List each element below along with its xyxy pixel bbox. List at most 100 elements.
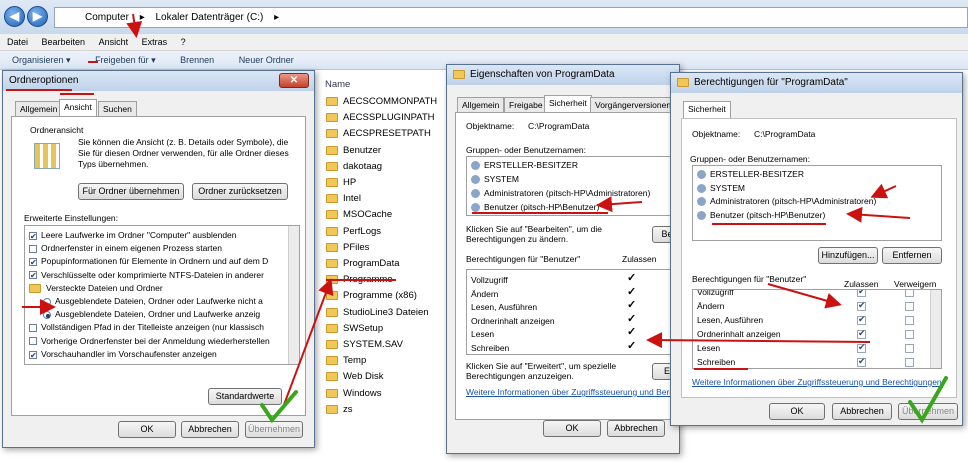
checkbox-icon[interactable]	[29, 349, 37, 362]
setting-row[interactable]: Ausgeblendete Dateien, Ordner und Laufwe…	[29, 308, 260, 321]
setting-row[interactable]: Vollständigen Pfad in der Titelleiste an…	[29, 321, 264, 334]
folder-icon[interactable]	[29, 284, 41, 294]
breadcrumb-computer[interactable]: Computer	[85, 12, 129, 23]
tab-general[interactable]: Allgemein	[15, 101, 63, 116]
cancel-button[interactable]: Abbrechen	[181, 421, 239, 438]
menu-edit[interactable]: Bearbeiten	[42, 37, 86, 47]
setting-row[interactable]: Popupinformationen für Elemente in Ordne…	[29, 255, 268, 269]
checkbox-icon[interactable]	[29, 324, 37, 333]
setting-row[interactable]: Ausgeblendete Dateien, Ordner oder Laufw…	[29, 295, 263, 308]
new-folder-button[interactable]: Neuer Ordner	[239, 55, 294, 65]
list-item[interactable]: StudioLine3 Dateien	[326, 305, 429, 321]
group-item[interactable]: Administratoren (pitsch-HP\Administrator…	[697, 195, 876, 208]
cancel-button[interactable]: Abbrechen	[832, 403, 892, 420]
tab-previous-versions[interactable]: Vorgängerversionen	[590, 97, 677, 112]
burn-button[interactable]: Brennen	[180, 55, 214, 65]
deny-checkbox[interactable]	[905, 344, 914, 353]
checkbox-icon[interactable]	[29, 337, 37, 346]
list-item[interactable]: Temp	[326, 353, 366, 369]
list-item[interactable]: Programme	[326, 272, 393, 288]
group-item[interactable]: ERSTELLER-BESITZER	[471, 159, 578, 172]
tab-view[interactable]: Ansicht	[59, 99, 97, 116]
group-item[interactable]: ERSTELLER-BESITZER	[697, 168, 804, 181]
allow-checkbox[interactable]	[857, 342, 866, 353]
group-item[interactable]: Administratoren (pitsch-HP\Administrator…	[471, 187, 650, 200]
apply-to-folders-button[interactable]: Für Ordner übernehmen	[78, 183, 184, 200]
access-control-link[interactable]: Weitere Informationen über Zugriffssteue…	[692, 377, 942, 387]
setting-row[interactable]: Vorschauhandler im Vorschaufenster anzei…	[29, 348, 217, 362]
deny-checkbox[interactable]	[905, 302, 914, 311]
close-icon[interactable]: ✕	[279, 73, 309, 88]
restore-defaults-button[interactable]: Standardwerte	[208, 388, 282, 405]
list-item[interactable]: Benutzer	[326, 143, 381, 159]
group-item[interactable]: Benutzer (pitsch-HP\Benutzer)	[697, 209, 825, 222]
radio-icon[interactable]	[43, 310, 51, 319]
list-item[interactable]: PerfLogs	[326, 224, 381, 240]
column-header-name[interactable]: Name	[325, 77, 350, 93]
setting-row[interactable]: Vorherige Ordnerfenster bei der Anmeldun…	[29, 335, 270, 348]
setting-row[interactable]: Versteckte Dateien und Ordner	[29, 282, 163, 295]
list-item[interactable]: PFiles	[326, 240, 369, 256]
deny-checkbox[interactable]	[905, 290, 914, 297]
allow-checkbox[interactable]	[857, 328, 866, 339]
remove-button[interactable]: Entfernen	[882, 247, 942, 264]
list-item[interactable]: AECSSPLUGINPATH	[326, 110, 435, 126]
checkbox-icon[interactable]	[29, 244, 37, 253]
reset-folders-button[interactable]: Ordner zurücksetzen	[192, 183, 288, 200]
group-item[interactable]: SYSTEM	[697, 182, 745, 195]
list-item[interactable]: dakotaag	[326, 159, 382, 175]
menu-extras[interactable]: Extras	[142, 37, 168, 47]
list-item[interactable]: AECSCOMMONPATH	[326, 94, 437, 110]
tab-sharing[interactable]: Freigabe	[504, 97, 548, 112]
tab-general[interactable]: Allgemein	[457, 97, 505, 112]
allow-checkbox[interactable]	[857, 300, 866, 311]
ok-button[interactable]: OK	[118, 421, 176, 438]
list-item[interactable]: SWSetup	[326, 321, 383, 337]
setting-row[interactable]: Leere Laufwerke im Ordner "Computer" aus…	[29, 229, 237, 243]
allow-checkbox[interactable]	[857, 290, 866, 297]
back-button[interactable]: ◀	[4, 6, 25, 27]
list-item[interactable]: Web Disk	[326, 369, 383, 385]
setting-row[interactable]: Ordnerfenster in einem eigenen Prozess s…	[29, 242, 222, 255]
breadcrumb-drive[interactable]: Lokaler Datenträger (C:)	[156, 12, 264, 23]
checkbox-icon[interactable]	[29, 256, 37, 269]
checkbox-icon[interactable]	[29, 269, 37, 282]
tab-security[interactable]: Sicherheit	[683, 101, 731, 118]
access-control-link[interactable]: Weitere Informationen über Zugriffssteue…	[466, 387, 683, 397]
ok-button[interactable]: OK	[543, 420, 601, 437]
allow-checkbox[interactable]	[857, 314, 866, 325]
list-item[interactable]: Windows	[326, 386, 382, 402]
list-item[interactable]: AECSPRESETPATH	[326, 126, 431, 142]
apply-button[interactable]: Übernehmen	[898, 403, 958, 420]
group-item[interactable]: Benutzer (pitsch-HP\Benutzer)	[471, 201, 599, 214]
list-item[interactable]: Intel	[326, 191, 361, 207]
list-item[interactable]: Programme (x86)	[326, 288, 417, 304]
organize-button[interactable]: Organisieren ▾	[12, 55, 71, 65]
tab-search[interactable]: Suchen	[98, 101, 137, 116]
radio-icon[interactable]	[43, 297, 51, 306]
menu-file[interactable]: Datei	[7, 37, 28, 47]
list-item[interactable]: zs	[326, 402, 353, 418]
tab-security[interactable]: Sicherheit	[544, 95, 592, 112]
checkbox-icon[interactable]	[29, 230, 37, 243]
deny-checkbox[interactable]	[905, 358, 914, 367]
share-button[interactable]: Freigeben für ▾	[95, 55, 156, 65]
deny-checkbox[interactable]	[905, 330, 914, 339]
menu-view[interactable]: Ansicht	[99, 37, 129, 47]
forward-button[interactable]: ▶	[27, 6, 48, 27]
list-item[interactable]: SYSTEM.SAV	[326, 337, 403, 353]
list-item[interactable]: MSOCache	[326, 207, 392, 223]
apply-button[interactable]: Übernehmen	[245, 421, 303, 438]
menu-help[interactable]: ?	[181, 37, 186, 47]
setting-row[interactable]: Verschlüsselte oder komprimierte NTFS-Da…	[29, 269, 264, 282]
scrollbar[interactable]	[288, 226, 299, 364]
scrollbar[interactable]	[930, 290, 941, 368]
group-item[interactable]: SYSTEM	[471, 173, 519, 186]
allow-checkbox[interactable]	[857, 356, 866, 367]
cancel-button[interactable]: Abbrechen	[607, 420, 665, 437]
deny-checkbox[interactable]	[905, 316, 914, 325]
list-item[interactable]: HP	[326, 175, 356, 191]
list-item[interactable]: ProgramData	[326, 256, 400, 272]
ok-button[interactable]: OK	[769, 403, 825, 420]
address-box[interactable]: Computer ▸ Lokaler Datenträger (C:) ▸	[54, 7, 968, 28]
